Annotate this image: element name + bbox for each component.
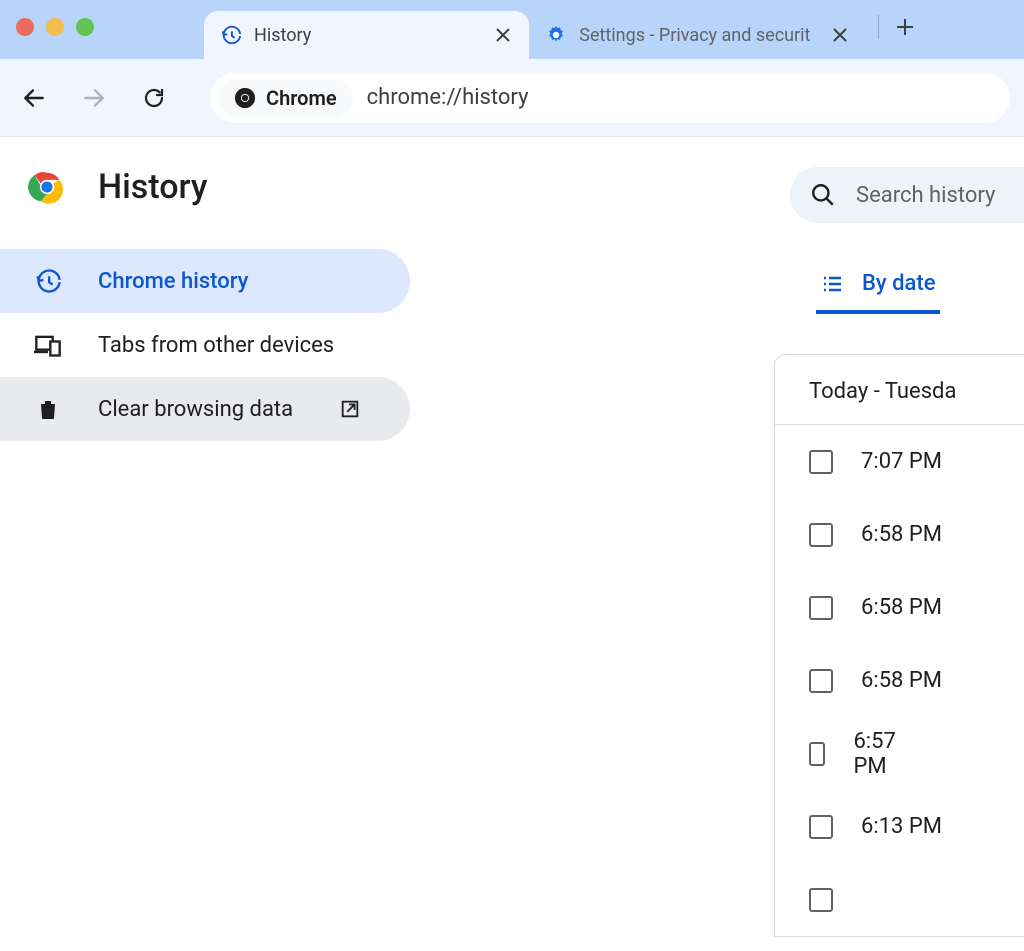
- tab-divider: [878, 15, 879, 39]
- history-entry[interactable]: 6:58 PM: [775, 644, 1024, 717]
- back-button[interactable]: [14, 78, 54, 118]
- entry-checkbox[interactable]: [809, 742, 825, 766]
- search-placeholder: Search history: [856, 183, 995, 208]
- history-icon: [220, 24, 242, 46]
- gear-icon: [545, 24, 567, 46]
- close-tab-button[interactable]: [830, 25, 850, 45]
- filter-by-date[interactable]: By date: [816, 271, 940, 314]
- main-content: History Chrome history Tabs from other d…: [0, 137, 1024, 951]
- history-date-header: Today - Tuesda: [775, 355, 1024, 425]
- sidebar-item-clear-browsing-data[interactable]: Clear browsing data: [0, 377, 410, 441]
- external-link-icon: [339, 398, 361, 420]
- history-icon: [34, 267, 62, 295]
- entry-time: 6:58 PM: [861, 595, 942, 620]
- site-chip[interactable]: Chrome: [218, 79, 353, 117]
- url-text: chrome://history: [367, 85, 529, 110]
- sidebar-item-label: Clear browsing data: [98, 397, 293, 422]
- history-entry[interactable]: 6:58 PM: [775, 571, 1024, 644]
- maximize-window-button[interactable]: [76, 18, 94, 36]
- close-tab-button[interactable]: [493, 25, 513, 45]
- devices-icon: [34, 331, 62, 359]
- entry-checkbox[interactable]: [809, 669, 833, 693]
- close-window-button[interactable]: [16, 18, 34, 36]
- sidebar-item-tabs-other-devices[interactable]: Tabs from other devices: [0, 313, 410, 377]
- sidebar-item-chrome-history[interactable]: Chrome history: [0, 249, 410, 313]
- entry-time: 6:58 PM: [861, 522, 942, 547]
- entry-checkbox[interactable]: [809, 450, 833, 474]
- filter-label: By date: [862, 271, 936, 296]
- chip-label: Chrome: [266, 86, 337, 110]
- tab-title: History: [254, 25, 311, 46]
- minimize-window-button[interactable]: [46, 18, 64, 36]
- entry-checkbox[interactable]: [809, 523, 833, 547]
- sidebar-item-label: Chrome history: [98, 269, 248, 294]
- history-card: Today - Tuesda 7:07 PM 6:58 PM 6:58 PM 6…: [774, 354, 1024, 937]
- page-title: History: [98, 167, 207, 207]
- reload-button[interactable]: [134, 78, 174, 118]
- entry-checkbox[interactable]: [809, 596, 833, 620]
- page-header: History: [0, 167, 770, 207]
- entry-time: 6:57 PM: [853, 729, 903, 779]
- trash-icon: [34, 395, 62, 423]
- search-icon: [810, 182, 836, 208]
- history-entry[interactable]: [775, 863, 1024, 936]
- chrome-icon: [234, 87, 256, 109]
- omnibox[interactable]: Chrome chrome://history: [210, 73, 1010, 123]
- history-entry[interactable]: 6:58 PM: [775, 498, 1024, 571]
- tab-strip: History Settings - Privacy and securit: [0, 0, 1024, 59]
- entry-time: 6:58 PM: [861, 668, 942, 693]
- history-entry[interactable]: 6:57 PM: [775, 717, 1024, 790]
- history-entry[interactable]: 7:07 PM: [775, 425, 1024, 498]
- tab-title: Settings - Privacy and securit: [579, 25, 810, 46]
- tab-history[interactable]: History: [204, 11, 529, 59]
- search-history-input[interactable]: Search history: [790, 167, 1024, 223]
- filter-tabs: By date: [816, 271, 1024, 314]
- entry-checkbox[interactable]: [809, 888, 833, 912]
- sidebar: History Chrome history Tabs from other d…: [0, 137, 770, 951]
- new-tab-button[interactable]: [891, 13, 919, 41]
- history-panel: Search history By date Today - Tuesda 7:…: [770, 137, 1024, 951]
- entry-time: 7:07 PM: [861, 449, 942, 474]
- entry-checkbox[interactable]: [809, 815, 833, 839]
- chrome-logo-icon: [28, 168, 66, 206]
- window-controls: [16, 18, 94, 36]
- entry-time: 6:13 PM: [861, 814, 942, 839]
- list-icon: [820, 272, 844, 296]
- history-entry[interactable]: 6:13 PM: [775, 790, 1024, 863]
- tab-settings[interactable]: Settings - Privacy and securit: [529, 11, 866, 59]
- toolbar: Chrome chrome://history: [0, 59, 1024, 137]
- sidebar-item-label: Tabs from other devices: [98, 333, 334, 358]
- forward-button[interactable]: [74, 78, 114, 118]
